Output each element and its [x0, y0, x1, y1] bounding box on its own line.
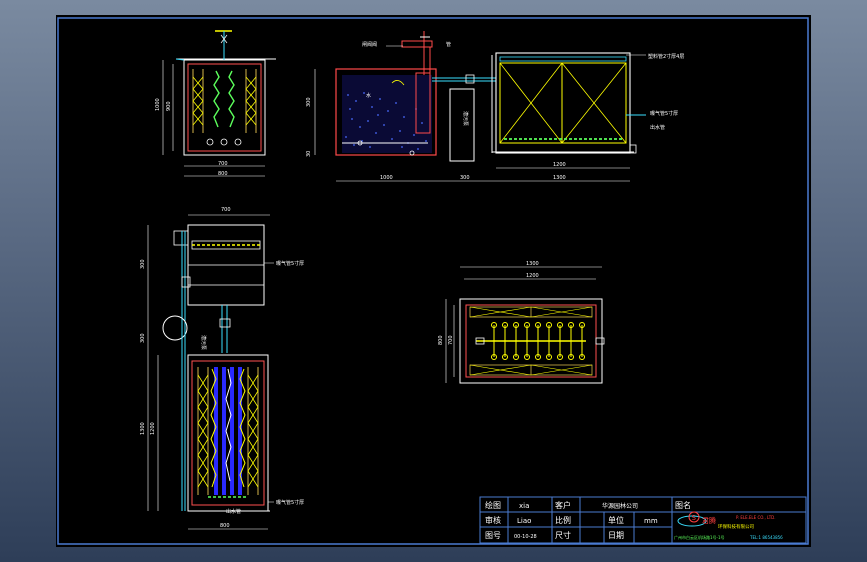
tb-unit-value: mm	[644, 517, 658, 525]
drawing-canvas: 1000 900 700 800 水 闸阀阀 管 潜污泵 塑料管2寸厚4层 曝气…	[57, 17, 809, 545]
dim-tp-700: 700	[448, 335, 454, 345]
dim-front-1200: 1200	[553, 162, 566, 168]
tb-company-addr: 广州市白云区机场路1号-1号	[674, 534, 725, 540]
tb-company-tel: TEL:1 86543856	[749, 535, 783, 540]
plan-pump-label: 潜污泵	[200, 335, 207, 350]
pipe-tag: 管	[446, 41, 451, 48]
plan-tag-3: 出水管	[226, 508, 241, 515]
title-block: 绘图 xia 客户 华源园林公司 图名 审核 Liao 比例 单位 mm 图号 …	[479, 496, 807, 544]
tb-checked-value: Liao	[517, 517, 531, 525]
side-view: 1000 900 700 800	[155, 30, 276, 177]
front-tag-right1: 曝气管5寸厚	[650, 110, 678, 117]
tb-no-label: 图号	[485, 531, 501, 540]
dim-plan-300: 300	[140, 259, 146, 269]
valve-label: 闸阀阀	[362, 41, 377, 48]
tb-date-label: 日期	[608, 531, 624, 540]
dim-front-300: 300	[306, 97, 312, 107]
dim-side-1000: 1000	[155, 98, 161, 111]
drawing-sheet[interactable]: 1000 900 700 800 水 闸阀阀 管 潜污泵 塑料管2寸厚4层 曝气…	[56, 15, 811, 547]
dim-side-800: 800	[218, 171, 228, 177]
tb-drawn-label: 绘图	[485, 500, 501, 510]
tb-company-en: P. ELE.ELE CO., LTD.	[736, 515, 776, 520]
logo-word: 君腾	[702, 516, 716, 525]
dim-tp-800: 800	[438, 335, 444, 345]
dim-front-300b: 300	[460, 175, 470, 181]
dim-plan-800: 800	[220, 523, 230, 529]
dim-plan-1200: 1200	[150, 422, 156, 435]
plan-tag-2: 曝气管5寸厚	[276, 499, 304, 506]
tb-unit-label: 单位	[608, 515, 624, 525]
dim-plan-300b: 300	[140, 333, 146, 343]
dim-front-1000: 1000	[380, 175, 393, 181]
tb-client-value: 华源园林公司	[602, 502, 638, 510]
front-water-label: 水	[366, 92, 371, 99]
dim-front-1300: 1300	[553, 175, 566, 181]
dim-tp-1200: 1200	[526, 273, 539, 279]
tb-size-label: 尺寸	[555, 530, 571, 540]
dim-plan-1300: 1300	[140, 422, 146, 435]
tb-name-label: 图名	[675, 500, 691, 510]
front-view: 水 闸阀阀 管 潜污泵 塑料管2寸厚4层 曝气管5寸厚 出水管 300 30 1…	[306, 31, 684, 182]
tb-client-label: 客户	[555, 500, 571, 510]
dim-side-700: 700	[218, 161, 228, 167]
front-tag-top-right: 塑料管2寸厚4层	[648, 53, 684, 60]
dim-tp-1300: 1300	[526, 261, 539, 267]
plan-tag-1: 曝气管5寸厚	[276, 260, 304, 267]
dim-plan-700: 700	[221, 207, 231, 213]
dim-front-30: 30	[306, 151, 312, 157]
sheet-border	[57, 17, 809, 545]
front-pump-label: 潜污泵	[462, 111, 469, 126]
logo-letter: S	[692, 514, 697, 522]
tb-no-value: 00-10-28	[514, 534, 537, 540]
front-tag-right2: 出水管	[650, 124, 665, 131]
tb-checked-label: 审核	[485, 515, 501, 525]
tb-drawn-value: xia	[519, 502, 529, 510]
tb-scale-label: 比例	[555, 515, 571, 525]
plan-view: 700 潜污泵 300 300 1300 1200 800 曝气管5寸厚 曝气管…	[140, 207, 304, 530]
tb-company-cn: 环保科技有限公司	[718, 523, 754, 530]
dim-side-900: 900	[166, 101, 172, 111]
top-plan-view: 1300 1200 800 700	[438, 261, 605, 384]
